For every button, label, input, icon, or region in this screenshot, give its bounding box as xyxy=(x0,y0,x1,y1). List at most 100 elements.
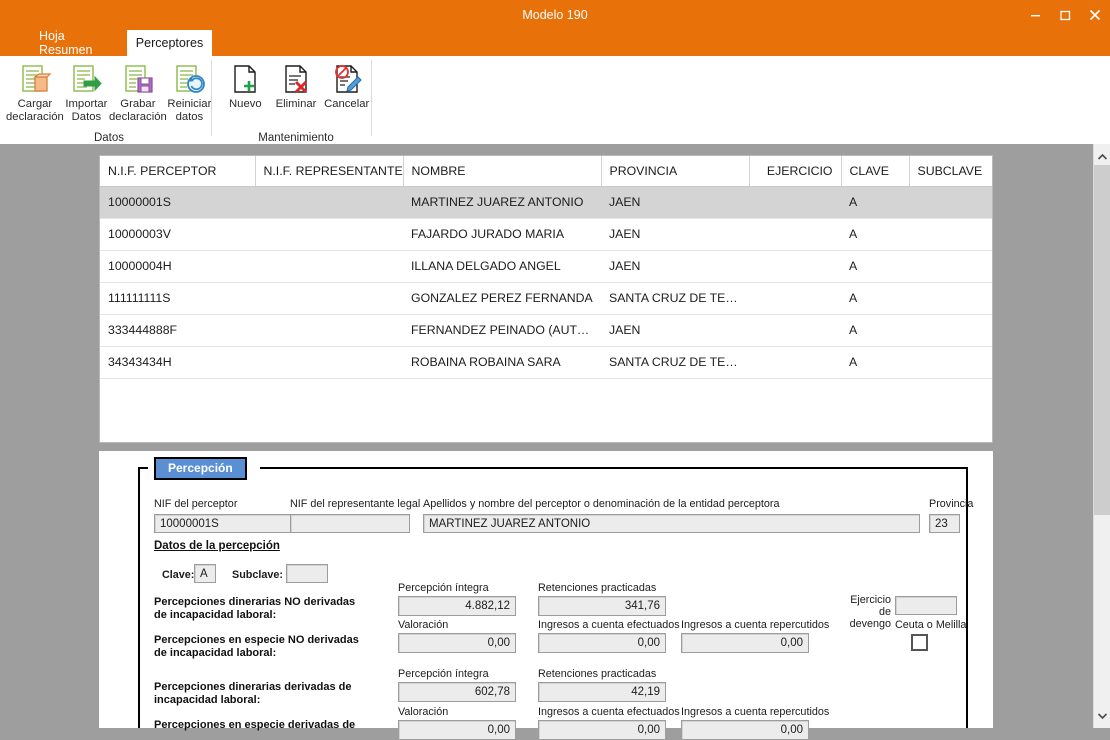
clave-input[interactable]: A xyxy=(194,564,216,583)
table-row[interactable]: 333444888F FERNANDEZ PEINADO (AUTONO... … xyxy=(100,314,992,347)
ejercicio-devengo-input[interactable] xyxy=(895,596,957,615)
close-button[interactable] xyxy=(1080,0,1110,30)
nuevo-button[interactable]: Nuevo xyxy=(220,58,271,111)
table-row[interactable]: 10000003V FAJARDO JURADO MARIA JAEN A xyxy=(100,218,992,251)
column-header-provincia[interactable]: PROVINCIA xyxy=(601,156,750,187)
cell-provincia: JAEN xyxy=(601,314,749,347)
ribbon-group-mantenimiento-items: Nuevo Eliminar Cancelar xyxy=(220,58,372,124)
valoracion-input-1[interactable]: 0,00 xyxy=(398,633,516,653)
percepcion-integra-input-2[interactable]: 602,78 xyxy=(398,682,516,702)
table-row[interactable]: 34343434H ROBAINA ROBAINA SARA SANTA CRU… xyxy=(100,346,992,379)
vertical-scrollbar[interactable] xyxy=(1093,144,1110,728)
ribbon-group-separator xyxy=(211,60,212,136)
window-title: Modelo 190 xyxy=(522,8,588,22)
nif-representante-label: NIF del representante legal xyxy=(290,498,421,510)
scrollbar-thumb[interactable] xyxy=(1094,165,1110,515)
cell-representante xyxy=(255,346,403,379)
column-header-ejercicio[interactable]: EJERCICIO xyxy=(749,156,842,187)
ribbon-tab-strip: Hoja Resumen Perceptores xyxy=(0,29,1110,57)
tab-perceptores[interactable]: Perceptores xyxy=(127,30,212,56)
retenciones-practicadas-input-2[interactable]: 42,19 xyxy=(538,682,666,702)
valoracion-input-2[interactable]: 0,00 xyxy=(398,720,516,740)
cell-nombre: GONZALEZ PEREZ FERNANDA xyxy=(403,282,601,315)
minimize-button[interactable] xyxy=(1020,0,1050,30)
tab-hoja-resumen[interactable]: Hoja Resumen xyxy=(25,29,125,57)
scroll-down-arrow-icon[interactable] xyxy=(1094,707,1110,724)
scroll-up-arrow-icon[interactable] xyxy=(1094,148,1110,165)
ribbon: Cargar declaración Importar Datos Grabar… xyxy=(0,56,1110,200)
ceuta-melilla-checkbox[interactable] xyxy=(911,634,928,651)
cell-representante xyxy=(255,282,403,315)
perceptores-grid[interactable]: N.I.F. PERCEPTOR N.I.F. REPRESENTANTE NO… xyxy=(99,155,993,443)
ingresos-efectuados-input-2[interactable]: 0,00 xyxy=(538,720,666,740)
clave-label: Clave: xyxy=(162,569,195,581)
cell-subclave xyxy=(909,218,992,251)
column-header-clave[interactable]: CLAVE xyxy=(841,156,910,187)
dinerarias-no-incapacidad-label: Percepciones dinerarias NO derivadas de … xyxy=(154,596,356,621)
ribbon-group-mantenimiento-label: Mantenimiento xyxy=(258,132,334,144)
document-load-icon xyxy=(19,60,51,98)
cell-provincia: JAEN xyxy=(601,218,749,251)
apellidos-input[interactable]: MARTINEZ JUAREZ ANTONIO xyxy=(423,514,920,533)
mdi-client-area: N.I.F. PERCEPTOR N.I.F. REPRESENTANTE NO… xyxy=(0,144,1110,740)
nif-perceptor-input[interactable]: 10000001S xyxy=(154,514,294,533)
column-header-subclave[interactable]: SUBCLAVE xyxy=(909,156,992,187)
cell-subclave xyxy=(909,282,992,315)
percepcion-detail-panel: Percepción NIF del perceptor 10000001S N… xyxy=(99,451,993,740)
table-row[interactable]: 10000001S MARTINEZ JUAREZ ANTONIO JAEN A xyxy=(100,186,992,219)
retenciones-practicadas-input-1[interactable]: 341,76 xyxy=(538,596,666,616)
eliminar-label: Eliminar xyxy=(275,98,317,110)
reiniciar-datos-label: Reiniciar datos xyxy=(167,98,212,123)
nif-representante-input[interactable] xyxy=(290,514,410,533)
ingresos-repercutidos-label-1: Ingresos a cuenta repercutidos xyxy=(681,619,830,631)
retenciones-practicadas-label-1: Retenciones practicadas xyxy=(538,582,657,594)
column-header-nombre[interactable]: NOMBRE xyxy=(403,156,602,187)
cell-nif: 111111111S xyxy=(100,282,255,315)
cell-clave: A xyxy=(841,218,909,251)
cell-ejercicio xyxy=(749,346,841,379)
window-controls xyxy=(1020,0,1110,30)
percepcion-groupbox-caption: Percepción xyxy=(154,457,247,480)
cell-representante xyxy=(255,186,403,219)
cell-subclave xyxy=(909,346,992,379)
cell-clave: A xyxy=(841,346,909,379)
cell-subclave xyxy=(909,250,992,283)
provincia-input[interactable]: 23 xyxy=(929,514,960,533)
eliminar-button[interactable]: Eliminar xyxy=(271,58,322,111)
ribbon-group-datos: Cargar declaración Importar Datos Grabar… xyxy=(6,56,212,144)
cell-nif: 333444888F xyxy=(100,314,255,347)
table-row[interactable]: 10000004H ILLANA DELGADO ANGEL JAEN A xyxy=(100,250,992,283)
ingresos-repercutidos-input-1[interactable]: 0,00 xyxy=(681,633,809,653)
document-save-floppy-icon xyxy=(122,60,154,98)
ribbon-group-datos-label: Datos xyxy=(93,132,125,144)
reiniciar-datos-button[interactable]: Reiniciar datos xyxy=(167,58,212,124)
title-bar: Modelo 190 xyxy=(0,0,1110,30)
importar-datos-button[interactable]: Importar Datos xyxy=(64,58,109,124)
cell-provincia: JAEN xyxy=(601,186,749,219)
cargar-declaracion-button[interactable]: Cargar declaración xyxy=(6,58,64,124)
table-row[interactable]: 111111111S GONZALEZ PEREZ FERNANDA SANTA… xyxy=(100,282,992,315)
cell-clave: A xyxy=(841,314,909,347)
ingresos-efectuados-input-1[interactable]: 0,00 xyxy=(538,633,666,653)
column-header-representante[interactable]: N.I.F. REPRESENTANTE xyxy=(255,156,404,187)
subclave-input[interactable] xyxy=(286,564,328,583)
cell-nombre: FERNANDEZ PEINADO (AUTONO... xyxy=(403,314,601,347)
percepcion-groupbox: Percepción NIF del perceptor 10000001S N… xyxy=(138,457,973,740)
cell-ejercicio xyxy=(749,250,841,283)
grabar-declaracion-button[interactable]: Grabar declaración xyxy=(109,58,167,124)
cell-provincia: SANTA CRUZ DE TENERIFE xyxy=(601,282,749,315)
cell-ejercicio xyxy=(749,282,841,315)
ingresos-repercutidos-input-2[interactable]: 0,00 xyxy=(681,720,809,740)
maximize-icon xyxy=(1059,10,1070,20)
percepcion-integra-input-1[interactable]: 4.882,12 xyxy=(398,596,516,616)
column-header-nif[interactable]: N.I.F. PERCEPTOR xyxy=(100,156,256,187)
provincia-label: Provincia xyxy=(929,498,974,510)
subclave-label: Subclave: xyxy=(232,569,284,581)
cancelar-button[interactable]: Cancelar xyxy=(321,58,372,111)
maximize-button[interactable] xyxy=(1050,0,1080,30)
cell-nif: 10000004H xyxy=(100,250,255,283)
ribbon-group-mantenimiento: Nuevo Eliminar Cancelar Mantenimiento xyxy=(220,56,372,144)
minimize-icon xyxy=(1030,14,1040,16)
cell-representante xyxy=(255,250,403,283)
percepcion-integra-label-1: Percepción íntegra xyxy=(398,582,489,594)
